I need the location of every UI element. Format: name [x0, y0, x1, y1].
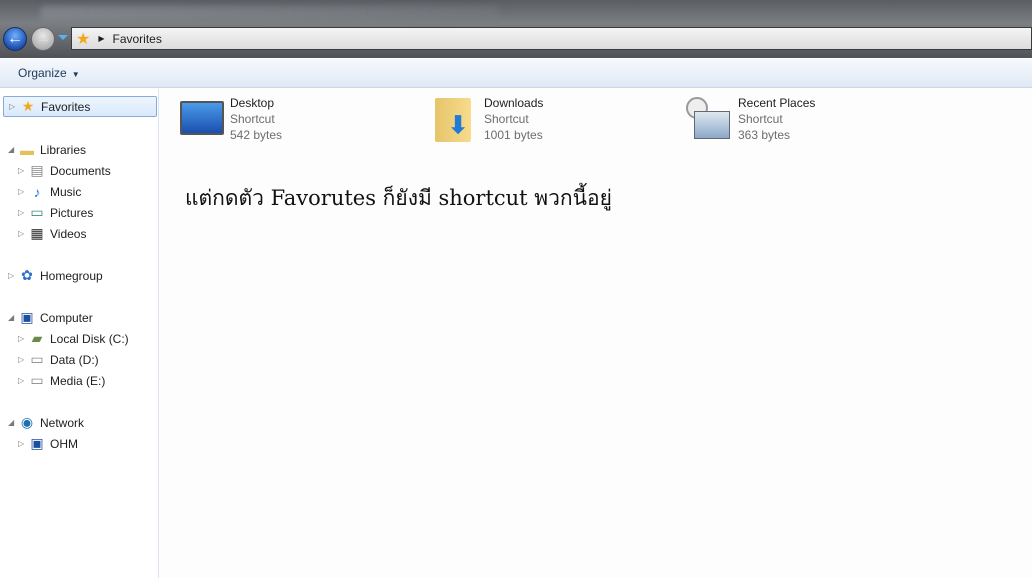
- expand-icon[interactable]: ▷: [18, 208, 28, 217]
- navigation-pane: ▷ ★ Favorites ◢ ▬ Libraries ▷ ▤ Documents ▷ ♪ Mu…: [0, 89, 159, 578]
- nav-pictures[interactable]: ▷ ▭ Pictures: [18, 202, 93, 223]
- nav-label: Data (D:): [50, 352, 99, 367]
- title-bar: ← → ★ ▶ Favorites: [0, 0, 1032, 58]
- nav-computer[interactable]: ◢ ▣ Computer: [8, 307, 93, 328]
- nav-homegroup[interactable]: ▷ ✿ Homegroup: [8, 265, 103, 286]
- nav-drive-d[interactable]: ▷ ▭ Data (D:): [18, 349, 99, 370]
- collapse-icon[interactable]: ◢: [8, 313, 18, 322]
- breadcrumb-favorites[interactable]: Favorites: [113, 32, 162, 46]
- downloads-folder-icon: ⬇: [432, 95, 480, 143]
- computer-icon: ▣: [30, 435, 44, 451]
- nav-drive-c[interactable]: ▷ ▰ Local Disk (C:): [18, 328, 129, 349]
- file-item-recent-places[interactable]: Recent Places Shortcut 363 bytes: [686, 95, 815, 143]
- computer-icon: ▣: [20, 309, 34, 325]
- nav-label: Videos: [50, 226, 87, 241]
- command-bar: Organize ▼: [0, 58, 1032, 88]
- nav-label: Libraries: [40, 142, 87, 157]
- organize-label: Organize: [18, 66, 67, 80]
- item-size: 1001 bytes: [484, 128, 543, 142]
- document-icon: ▤: [30, 162, 44, 178]
- expand-icon[interactable]: ▷: [18, 355, 28, 364]
- film-icon: ▦: [30, 225, 44, 241]
- recent-places-icon: [686, 95, 734, 143]
- chevron-down-icon: ▼: [71, 70, 80, 79]
- nav-label: OHM: [50, 436, 78, 451]
- expand-icon[interactable]: ▷: [18, 376, 28, 385]
- expand-icon[interactable]: ▷: [18, 187, 28, 196]
- desktop-icon: [178, 95, 226, 143]
- drive-icon: ▭: [30, 351, 44, 367]
- nav-label: Local Disk (C:): [50, 331, 129, 346]
- nav-drive-e[interactable]: ▷ ▭ Media (E:): [18, 370, 105, 391]
- music-note-icon: ♪: [33, 183, 41, 200]
- nav-label: Media (E:): [50, 373, 106, 388]
- back-button[interactable]: ←: [3, 27, 27, 51]
- nav-label: Pictures: [50, 205, 94, 220]
- nav-label: Favorites: [41, 99, 91, 114]
- forward-button[interactable]: →: [31, 27, 55, 51]
- homegroup-icon: ✿: [21, 267, 33, 283]
- nav-label: Computer: [40, 310, 93, 325]
- expand-icon[interactable]: ▷: [18, 229, 28, 238]
- item-type: Shortcut: [230, 112, 275, 126]
- item-type: Shortcut: [484, 112, 529, 126]
- nav-documents[interactable]: ▷ ▤ Documents: [18, 160, 111, 181]
- picture-icon: ▭: [30, 204, 44, 220]
- nav-network[interactable]: ◢ ◉ Network: [8, 412, 84, 433]
- expand-icon[interactable]: ▷: [9, 102, 19, 111]
- address-bar[interactable]: ★ ▶ Favorites: [71, 27, 1032, 50]
- system-drive-icon: ▰: [31, 330, 43, 346]
- nav-favorites[interactable]: ▷ ★ Favorites: [3, 96, 157, 117]
- expand-icon[interactable]: ▷: [18, 439, 28, 448]
- star-icon: ★: [21, 98, 35, 114]
- nav-label: Network: [40, 415, 85, 430]
- file-item-downloads[interactable]: ⬇ Downloads Shortcut 1001 bytes: [432, 95, 543, 143]
- menu-bar-blurred: [40, 6, 500, 20]
- expand-icon[interactable]: ▷: [8, 271, 18, 280]
- breadcrumb-arrow-icon[interactable]: ▶: [98, 34, 104, 43]
- nav-label: Music: [50, 184, 82, 199]
- recent-pages-dropdown[interactable]: [58, 35, 68, 40]
- nav-label: Documents: [50, 163, 111, 178]
- network-icon: ◉: [20, 414, 34, 430]
- item-name: Downloads: [484, 96, 544, 110]
- item-size: 363 bytes: [738, 128, 791, 142]
- nav-ohm[interactable]: ▷ ▣ OHM: [18, 433, 78, 454]
- item-name: Recent Places: [738, 96, 816, 110]
- nav-label: Homegroup: [40, 268, 103, 283]
- organize-button[interactable]: Organize ▼: [18, 66, 80, 80]
- nav-videos[interactable]: ▷ ▦ Videos: [18, 223, 86, 244]
- expand-icon[interactable]: ▷: [18, 334, 28, 343]
- nav-libraries[interactable]: ◢ ▬ Libraries: [8, 139, 86, 160]
- item-size: 542 bytes: [230, 128, 283, 142]
- item-type: Shortcut: [738, 112, 783, 126]
- annotation-text: แต่กดตัว Favorutes ก็ยังมี shortcut พวกน…: [185, 186, 612, 210]
- drive-icon: ▭: [30, 372, 44, 388]
- item-name: Desktop: [230, 96, 275, 110]
- collapse-icon[interactable]: ◢: [8, 145, 18, 154]
- nav-music[interactable]: ▷ ♪ Music: [18, 181, 81, 202]
- collapse-icon[interactable]: ◢: [8, 418, 18, 427]
- file-item-desktop[interactable]: Desktop Shortcut 542 bytes: [178, 95, 282, 143]
- library-folder-icon: ▬: [20, 141, 34, 158]
- favorites-star-icon: ★: [76, 30, 91, 48]
- expand-icon[interactable]: ▷: [18, 166, 28, 175]
